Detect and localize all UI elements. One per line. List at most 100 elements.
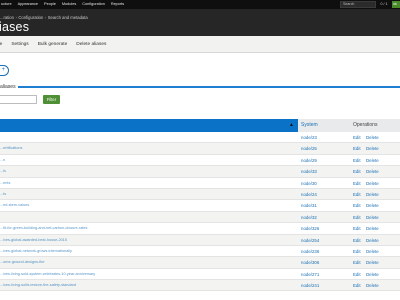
- tab-bulk-generate[interactable]: Bulk generate: [38, 42, 68, 47]
- table-body: node/23 Edit Delete ...ertifications node/25…: [0, 132, 400, 292]
- page-title: liases: [0, 20, 30, 34]
- edit-link[interactable]: Edit: [353, 143, 361, 154]
- aliases-table: ▲ System Operations node/23 Edit Delete...…: [0, 119, 400, 292]
- table-row: ...fit-for-green-building-and-net-carbon…: [0, 223, 400, 235]
- edit-link[interactable]: Edit: [353, 269, 361, 280]
- system-path-link[interactable]: node/236: [301, 246, 319, 257]
- breadcrumb-separator: ›: [44, 14, 47, 20]
- delete-link[interactable]: Delete: [366, 280, 379, 291]
- system-path-link[interactable]: node/241: [301, 280, 319, 291]
- system-path-link[interactable]: node/31: [301, 200, 317, 211]
- system-path-link[interactable]: node/29: [301, 155, 317, 166]
- edit-link[interactable]: Edit: [353, 257, 361, 268]
- breadcrumb-item-configuration[interactable]: Configuration: [18, 15, 43, 20]
- delete-link[interactable]: Delete: [366, 223, 379, 234]
- alias-link[interactable]: ...ives-global-network-grows-internation…: [0, 246, 296, 257]
- toolbar-item-appearance[interactable]: Appearance: [18, 0, 38, 9]
- edit-link[interactable]: Edit: [353, 212, 361, 223]
- table-row: ...ts node/24 Edit Delete: [0, 188, 400, 201]
- toolbar-item-configuration[interactable]: Configuration: [82, 0, 105, 9]
- edit-link[interactable]: Edit: [353, 280, 361, 291]
- sort-ascending-icon: ▲: [289, 122, 294, 128]
- alias-link[interactable]: ...ome-ground-designs-fire: [0, 257, 296, 268]
- breadcrumb-separator: ›: [15, 14, 17, 20]
- tab-list[interactable]: ne: [0, 42, 2, 47]
- table-row: ...n node/29 Edit Delete: [0, 155, 400, 167]
- delete-link[interactable]: Delete: [366, 189, 379, 200]
- toolbar-search-input[interactable]: Search: [340, 1, 376, 8]
- toolbar-item-people[interactable]: People: [44, 0, 56, 9]
- alias-link[interactable]: ...ives-living-solid-restore-the-safety-…: [0, 280, 296, 291]
- system-path-link[interactable]: node/306: [301, 257, 319, 268]
- table-row: ...ome-ground-designs-fire node/306 Edit De…: [0, 257, 400, 269]
- filter-input[interactable]: [0, 95, 37, 104]
- delete-link[interactable]: Delete: [366, 246, 379, 257]
- system-path-link[interactable]: node/25: [301, 143, 317, 154]
- breadcrumb-item-administration[interactable]: ...ration: [0, 15, 14, 20]
- system-path-link[interactable]: node/23: [301, 132, 317, 143]
- delete-link[interactable]: Delete: [366, 212, 379, 223]
- edit-link[interactable]: Edit: [353, 246, 361, 257]
- breadcrumb-item-search-metadata[interactable]: Search and metadata: [48, 15, 88, 20]
- table-row: node/32 Edit Delete: [0, 211, 400, 224]
- delete-link[interactable]: Delete: [366, 143, 379, 154]
- table-row: ...ed-stem-values node/31 Edit Delete: [0, 200, 400, 212]
- toolbar-item-modules[interactable]: Modules: [62, 0, 76, 9]
- filter-fieldset-border: [18, 86, 400, 88]
- table-row: ...ertifications node/25 Edit Delete: [0, 143, 400, 155]
- toolbar-search-count: 0 / 1: [380, 2, 388, 6]
- admin-toolbar: ucture Appearance People Modules Configu…: [0, 0, 400, 9]
- operations-column-header: Operations: [350, 119, 400, 132]
- edit-link[interactable]: Edit: [353, 166, 361, 177]
- delete-link[interactable]: Delete: [366, 257, 379, 268]
- table-row: ...ives-living-sold-system-celebrates-10…: [0, 269, 400, 281]
- plus-icon: +: [1, 67, 5, 73]
- alias-column-header[interactable]: ▲: [0, 119, 298, 132]
- system-path-link[interactable]: node/271: [301, 269, 319, 280]
- edit-link[interactable]: Edit: [353, 235, 361, 246]
- system-path-link[interactable]: node/326: [301, 223, 319, 234]
- delete-link[interactable]: Delete: [366, 235, 379, 246]
- delete-link[interactable]: Delete: [366, 200, 379, 211]
- toolbar-search-button[interactable]: ok: [392, 1, 400, 8]
- filter-legend: aliases: [0, 84, 18, 90]
- system-path-link[interactable]: node/254: [301, 235, 319, 246]
- table-header: ▲ System Operations: [0, 119, 400, 132]
- delete-link[interactable]: Delete: [366, 178, 379, 189]
- edit-link[interactable]: Edit: [353, 200, 361, 211]
- table-row: node/23 Edit Delete: [0, 132, 400, 144]
- toolbar-menu: ucture Appearance People Modules Configu…: [0, 0, 130, 9]
- system-path-link[interactable]: node/24: [301, 189, 317, 200]
- alias-link[interactable]: ...ls: [0, 166, 296, 177]
- system-column-header[interactable]: System: [298, 119, 350, 132]
- toolbar-item-reports[interactable]: Reports: [111, 0, 124, 9]
- edit-link[interactable]: Edit: [353, 178, 361, 189]
- local-tasks: ne Settings Bulk generate Delete aliases: [0, 36, 400, 53]
- delete-link[interactable]: Delete: [366, 269, 379, 280]
- system-path-link[interactable]: node/33: [301, 166, 317, 177]
- delete-link[interactable]: Delete: [366, 132, 379, 143]
- edit-link[interactable]: Edit: [353, 132, 361, 143]
- alias-link[interactable]: ...ents: [0, 178, 296, 189]
- system-path-link[interactable]: node/30: [301, 178, 317, 189]
- alias-link[interactable]: ...ives-living-sold-system-celebrates-10…: [0, 269, 296, 280]
- delete-link[interactable]: Delete: [366, 166, 379, 177]
- edit-link[interactable]: Edit: [353, 155, 361, 166]
- system-path-link[interactable]: node/32: [301, 212, 317, 223]
- delete-link[interactable]: Delete: [366, 155, 379, 166]
- alias-link[interactable]: ...ives-global-awarded-best-house-2015: [0, 235, 296, 246]
- tab-settings[interactable]: Settings: [11, 42, 28, 47]
- filter-button[interactable]: Filter: [43, 95, 60, 104]
- edit-link[interactable]: Edit: [353, 189, 361, 200]
- edit-link[interactable]: Edit: [353, 223, 361, 234]
- table-row: ...ents node/30 Edit Delete: [0, 178, 400, 189]
- alias-link[interactable]: ...ts: [0, 189, 296, 200]
- alias-link[interactable]: ...ertifications: [0, 143, 296, 154]
- alias-link[interactable]: ...n: [0, 155, 296, 166]
- alias-link[interactable]: ...fit-for-green-building-and-net-carbon…: [0, 223, 296, 234]
- table-row: ...ives-living-solid-restore-the-safety-…: [0, 280, 400, 292]
- alias-link[interactable]: ...ed-stem-values: [0, 200, 296, 211]
- tab-delete-aliases[interactable]: Delete aliases: [76, 42, 106, 47]
- toolbar-item-structure[interactable]: ucture: [1, 0, 12, 9]
- add-alias-button[interactable]: +: [0, 65, 9, 76]
